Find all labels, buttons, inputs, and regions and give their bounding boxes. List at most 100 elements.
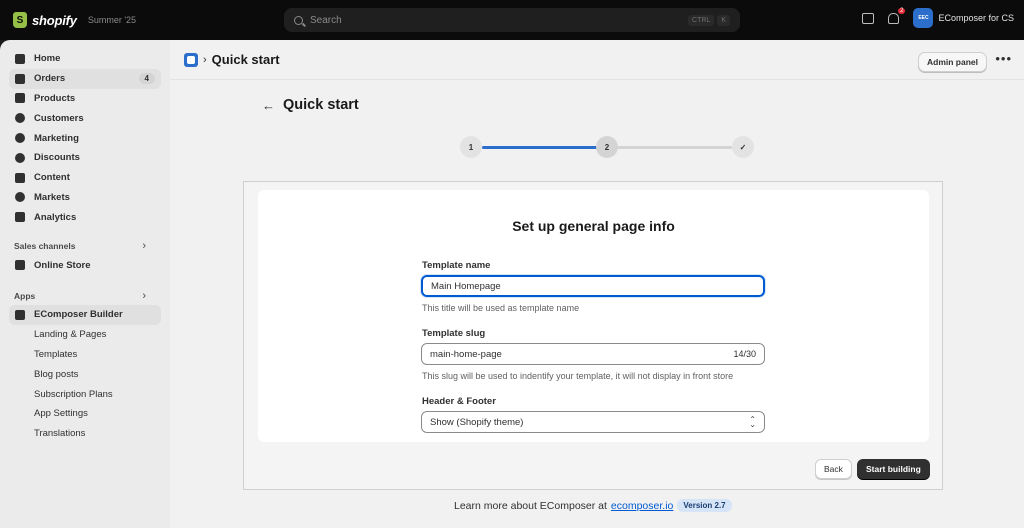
ecomposer-app-icon[interactable] [184, 52, 198, 67]
avatar: EEC [913, 8, 934, 28]
page-header: › Quick start Admin panel ••• [170, 40, 1024, 80]
footer-text: Learn more about EComposer at [454, 499, 607, 512]
sidebar-subitem-app-settings[interactable]: App Settings [9, 404, 161, 424]
sidebar-item-markets[interactable]: Markets [9, 188, 161, 208]
account-name: EComposer for CS [938, 13, 1014, 23]
sidebar-item-orders[interactable]: Orders 4 [9, 68, 161, 89]
orders-icon [15, 73, 25, 84]
modal-card: Set up general page info Template name M… [258, 190, 929, 442]
brand-name: shopify [32, 12, 77, 28]
sidebar-item-products[interactable]: Products [9, 89, 161, 109]
sidebar-item-online-store[interactable]: Online Store [9, 255, 161, 275]
content-icon [15, 172, 25, 183]
template-slug-value: main-home-page [430, 348, 502, 360]
notification-badge: 2 [898, 7, 906, 14]
shortcut-key-k: K [717, 14, 730, 26]
sales-channels-header[interactable]: Sales channels › [9, 237, 161, 255]
sidebar-item-label: Orders [34, 73, 66, 85]
shopify-logo[interactable]: S shopify Summer '25 [13, 12, 136, 28]
globe-icon [15, 192, 25, 203]
arrow-left-icon[interactable]: ← [262, 98, 275, 113]
footer-info: Learn more about EComposer at ecomposer.… [454, 499, 732, 512]
step-1: 1 [460, 136, 482, 158]
setup-modal: Set up general page info Template name M… [243, 181, 943, 490]
quick-start-heading: Quick start [283, 97, 359, 113]
header-footer-value: Show (Shopify theme) [430, 416, 524, 428]
sidebar-item-label: Content [34, 172, 70, 184]
template-name-value: Main Homepage [431, 280, 501, 292]
progress-stepper: 1 2 ✓ [460, 136, 754, 158]
sidebar-item-label: Discounts [34, 152, 80, 164]
start-building-button[interactable]: Start building [857, 459, 930, 479]
discount-icon [15, 152, 25, 163]
sidebar-subitem-translations[interactable]: Translations [9, 424, 161, 444]
sidebar-subitem-landing-pages[interactable]: Landing & Pages [9, 325, 161, 345]
person-icon [15, 113, 25, 124]
store-icon[interactable] [862, 12, 875, 24]
sidebar-subitem-subscription-plans[interactable]: Subscription Plans [9, 384, 161, 404]
account-menu[interactable]: EEC EComposer for CS [913, 8, 1014, 28]
ecomposer-app-icon [15, 309, 25, 320]
chevron-right-icon[interactable]: › [142, 240, 146, 252]
ecomposer-link[interactable]: ecomposer.io [611, 500, 673, 512]
back-button[interactable]: Back [815, 459, 852, 479]
search-icon [294, 15, 303, 25]
modal-title: Set up general page info [512, 218, 675, 234]
template-name-input[interactable]: Main Homepage [421, 275, 765, 297]
target-icon [15, 133, 25, 144]
shortcut-key-ctrl: CTRL [688, 14, 715, 26]
step-complete-check-icon: ✓ [732, 136, 754, 158]
sidebar-item-label: Analytics [34, 211, 77, 223]
sidebar-item-label: Marketing [34, 132, 79, 144]
search-shortcut: CTRL K [688, 14, 730, 26]
template-name-label: Template name [422, 260, 491, 271]
template-slug-help: This slug will be used to indentify your… [422, 371, 734, 381]
sidebar-item-label: Markets [34, 191, 70, 203]
header-footer-label: Header & Footer [422, 396, 496, 407]
apps-label: Apps [14, 290, 36, 301]
sidebar-item-label: Online Store [34, 259, 91, 271]
shopify-bag-icon: S [13, 12, 27, 28]
sidebar-item-label: Customers [34, 112, 84, 124]
chevron-right-icon[interactable]: › [142, 290, 146, 302]
sidebar-item-customers[interactable]: Customers [9, 108, 161, 128]
template-name-help: This title will be used as template name [422, 303, 580, 313]
bell-icon[interactable]: 2 [888, 7, 906, 24]
home-icon [15, 53, 25, 64]
search-placeholder: Search [310, 14, 342, 26]
sidebar-item-label: EComposer Builder [34, 309, 123, 321]
sidebar-subitem-blog-posts[interactable]: Blog posts [9, 364, 161, 384]
template-slug-label: Template slug [422, 328, 486, 339]
sidebar-item-discounts[interactable]: Discounts [9, 148, 161, 168]
sidebar-item-content[interactable]: Content [9, 168, 161, 188]
search-bar[interactable]: Search CTRL K [284, 8, 740, 32]
sidebar-item-label: Home [34, 53, 61, 65]
orders-count-badge: 4 [138, 73, 155, 85]
tag-icon [15, 93, 25, 104]
edition-label: Summer '25 [87, 15, 137, 25]
stepper-progress-fill [482, 145, 607, 149]
page-title: Quick start [211, 52, 280, 67]
more-actions-button[interactable]: ••• [995, 52, 1012, 65]
select-chevron-icon: ⌃ ⌄ [749, 415, 756, 429]
store-icon [15, 260, 25, 271]
header-footer-select[interactable]: Show (Shopify theme) ⌃ ⌄ [421, 411, 765, 433]
sales-channels-label: Sales channels [14, 241, 76, 252]
apps-header[interactable]: Apps › [9, 287, 161, 305]
bar-chart-icon [15, 212, 25, 223]
slug-char-counter: 14/30 [733, 349, 756, 359]
version-badge: Version 2.7 [677, 499, 732, 512]
sidebar-subitem-templates[interactable]: Templates [9, 345, 161, 365]
back-row: ← Quick start [262, 97, 359, 113]
sidebar-item-label: Products [34, 92, 76, 104]
admin-panel-button[interactable]: Admin panel [917, 52, 987, 72]
sidebar: Home Orders 4 Products Customers Marketi… [0, 40, 170, 528]
sidebar-item-home[interactable]: Home [9, 49, 161, 69]
sidebar-item-marketing[interactable]: Marketing [9, 128, 161, 148]
breadcrumb-separator: › [203, 53, 207, 66]
sidebar-item-analytics[interactable]: Analytics [9, 207, 161, 227]
top-bar: S shopify Summer '25 Search CTRL K 2 EEC… [0, 0, 1024, 40]
template-slug-input[interactable]: main-home-page 14/30 [421, 343, 765, 365]
sidebar-item-ecomposer-builder[interactable]: EComposer Builder [9, 304, 161, 325]
step-2: 2 [596, 136, 618, 158]
